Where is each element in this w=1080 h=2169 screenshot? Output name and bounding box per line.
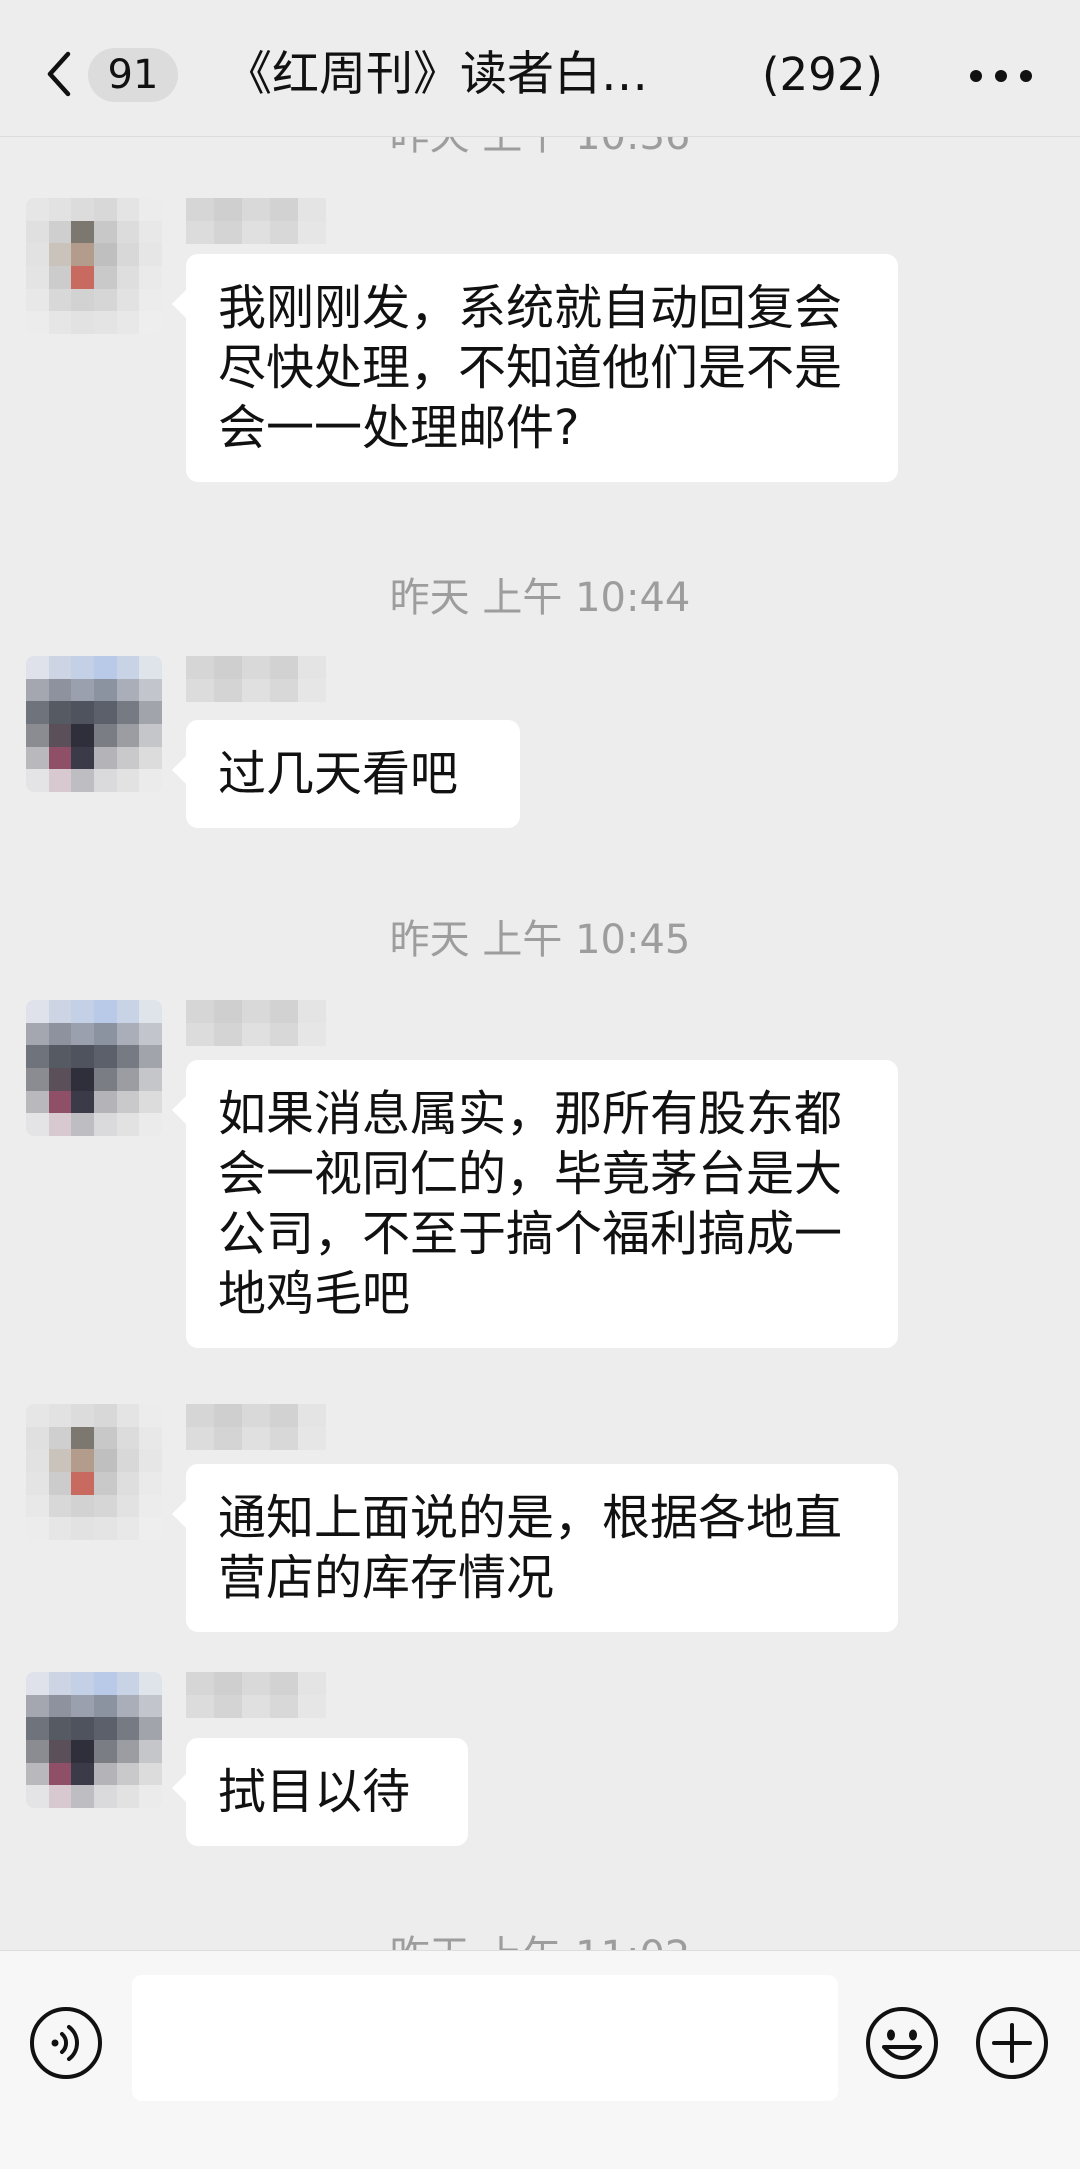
message-bubble[interactable]: 过几天看吧 xyxy=(172,720,520,828)
more-dots-icon xyxy=(970,70,982,82)
sender-name-redacted xyxy=(186,198,326,244)
voice-button[interactable] xyxy=(28,2005,104,2081)
timestamp: 昨天 上午 10:44 xyxy=(389,575,691,621)
plus-icon xyxy=(976,2007,1048,2079)
timestamp: 昨天 上午 10:45 xyxy=(389,917,691,963)
avatar[interactable] xyxy=(26,656,162,792)
back-button[interactable]: 91 xyxy=(36,30,186,120)
unread-count-badge: 91 xyxy=(88,48,178,102)
message-bubble[interactable]: 我刚刚发，系统就自动回复会尽快处理，不知道他们是不是会一一处理邮件? xyxy=(172,254,898,482)
member-count: (292) xyxy=(762,48,884,101)
message-bubble[interactable]: 拭目以待 xyxy=(172,1738,468,1846)
sender-name-redacted xyxy=(186,1404,326,1450)
chat-title[interactable]: 《红周刊》读者白… xyxy=(225,40,725,110)
avatar[interactable] xyxy=(26,1404,162,1540)
sender-name-redacted xyxy=(186,656,326,702)
chat-area[interactable]: 昨天 上午 10:36 我刚刚发，系统就自动回复会尽快处理，不知道他们是不是会一… xyxy=(0,0,1080,1950)
emoji-button[interactable] xyxy=(864,2005,940,2081)
message-bubble[interactable]: 如果消息属实，那所有股东都会一视同仁的，毕竟茅台是大公司，不至于搞个福利搞成一地… xyxy=(172,1060,898,1348)
input-bar xyxy=(0,1950,1080,2169)
sender-name-redacted xyxy=(186,1000,326,1046)
avatar[interactable] xyxy=(26,198,162,334)
timestamp-partial-bottom: 昨天 上午 11:02 xyxy=(0,1928,1080,1950)
more-functions-button[interactable] xyxy=(974,2005,1050,2081)
message-input[interactable] xyxy=(132,1975,838,2101)
chat-header: 91 《红周刊》读者白… (292) xyxy=(0,0,1080,137)
chevron-left-icon xyxy=(47,51,71,97)
more-options-button[interactable] xyxy=(966,50,1036,100)
emoji-icon xyxy=(866,2007,938,2079)
voice-icon xyxy=(30,2007,102,2079)
sender-name-redacted xyxy=(186,1672,326,1718)
avatar[interactable] xyxy=(26,1000,162,1136)
message-bubble[interactable]: 通知上面说的是，根据各地直营店的库存情况 xyxy=(172,1464,898,1632)
avatar[interactable] xyxy=(26,1672,162,1808)
